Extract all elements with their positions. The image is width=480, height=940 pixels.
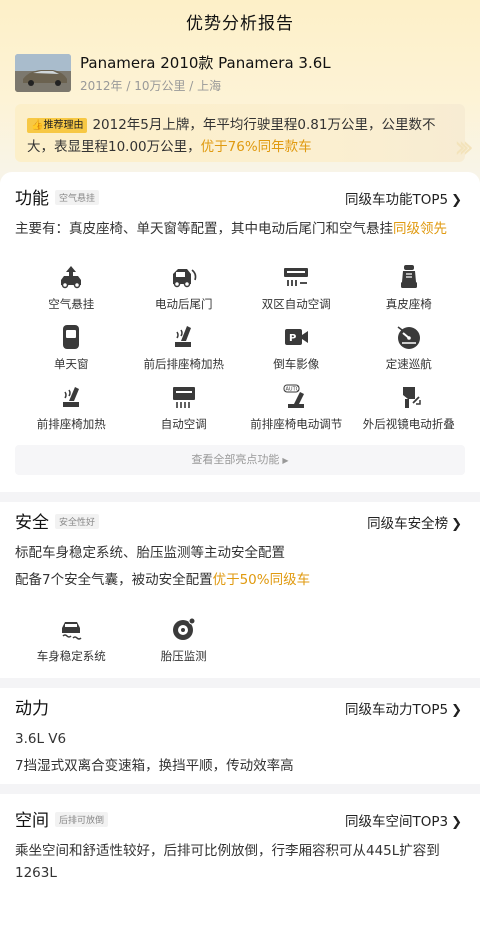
- feature-label: 真皮座椅: [385, 297, 432, 311]
- feature-item-air-suspension[interactable]: 空气悬挂: [15, 256, 128, 316]
- feature-item-rear-camera[interactable]: P 倒车影像: [240, 316, 353, 376]
- space-top3-link[interactable]: 同级车空间TOP3 ❯: [345, 810, 462, 830]
- section-divider: [0, 492, 480, 502]
- mirror-fold-icon: [353, 384, 466, 414]
- stability-control-icon: [15, 616, 128, 646]
- page-title: 优势分析报告: [186, 14, 294, 34]
- chevron-right-icon: ❯: [451, 815, 462, 830]
- view-all-label: 查看全部亮点功能: [191, 453, 280, 466]
- feature-item-power-tailgate[interactable]: 电动后尾门: [128, 256, 241, 316]
- feature-item-power-seat-adjust[interactable]: AUTO 前排座椅电动调节: [240, 376, 353, 436]
- features-link-label: 同级车功能TOP5: [344, 192, 449, 208]
- safety-rank-link[interactable]: 同级车安全榜 ❯: [367, 512, 462, 532]
- reason-badge-label: 推荐理由: [43, 120, 84, 131]
- feature-label: 单天窗: [54, 357, 89, 371]
- power-top5-link[interactable]: 同级车动力TOP5 ❯: [345, 698, 462, 718]
- features-top5-link[interactable]: 同级车功能TOP5 ❯: [345, 188, 462, 208]
- feature-label: 电动后尾门: [155, 297, 213, 311]
- feature-label: 空气悬挂: [48, 297, 95, 311]
- rear-camera-icon: P: [240, 324, 353, 354]
- feature-item-mirror-fold[interactable]: 外后视镜电动折叠: [353, 376, 466, 436]
- cruise-control-icon: [353, 324, 466, 354]
- feature-item-dual-zone-ac[interactable]: 双区自动空调: [240, 256, 353, 316]
- safety-desc-text: 配备7个安全气囊，被动安全配置: [15, 572, 213, 588]
- leather-seat-icon: [353, 264, 466, 294]
- feature-item-cruise-control[interactable]: 定速巡航: [353, 316, 466, 376]
- space-title: 空间 后排可放倒: [15, 806, 109, 831]
- front-seat-heating-icon: [15, 384, 128, 414]
- feature-label: 倒车影像: [273, 357, 320, 371]
- feature-label: 前后排座椅加热: [143, 357, 225, 371]
- safety-item-tire-pressure[interactable]: 胎压监测: [128, 608, 241, 668]
- car-name: Panamera 2010款 Panamera 3.6L: [80, 54, 331, 72]
- safety-item-stability[interactable]: 车身稳定系统: [15, 608, 128, 668]
- triangle-right-icon: ▶: [282, 456, 289, 465]
- tire-pressure-icon: [128, 616, 241, 646]
- safety-title: 安全 安全性好: [15, 508, 100, 533]
- safety-tag: 安全性好: [55, 514, 100, 529]
- car-thumbnail[interactable]: [15, 54, 71, 92]
- svg-text:AUTO: AUTO: [286, 387, 300, 393]
- safety-desc-1: 标配车身稳定系统、胎压监测等主动安全配置: [15, 545, 285, 561]
- feature-label: 自动空调: [160, 417, 207, 431]
- feature-label: 外后视镜电动折叠: [362, 417, 455, 431]
- power-seat-adjust-icon: AUTO: [240, 384, 353, 414]
- features-tag: 空气悬挂: [55, 190, 100, 205]
- safety-title-text: 安全: [15, 513, 49, 533]
- power-title: 动力: [15, 699, 49, 719]
- power-link-label: 同级车动力TOP5: [344, 702, 449, 718]
- safety-link-label: 同级车安全榜: [367, 516, 449, 532]
- safety-desc-highlight: 优于50%同级车: [212, 572, 311, 588]
- air-suspension-icon: [15, 264, 128, 294]
- decorative-arrows-icon: ›››: [454, 130, 474, 165]
- section-divider: [0, 784, 480, 794]
- feature-label: 前排座椅加热: [36, 417, 106, 431]
- recommend-reason: 👍推荐理由 2012年5月上牌，年平均行驶里程0.81万公里，公里数不大，表显里程…: [15, 104, 465, 162]
- space-tag: 后排可放倒: [55, 812, 109, 827]
- feature-label: 双区自动空调: [261, 297, 331, 311]
- space-link-label: 同级车空间TOP3: [344, 814, 449, 830]
- reason-badge: 👍推荐理由: [27, 118, 88, 133]
- car-meta: 2012年 / 10万公里 / 上海: [80, 79, 222, 93]
- sunroof-icon: [15, 324, 128, 354]
- auto-ac-icon: [128, 384, 241, 414]
- power-tailgate-icon: [128, 264, 241, 294]
- feature-item-front-seat-heating[interactable]: 前排座椅加热: [15, 376, 128, 436]
- features-title: 功能 空气悬挂: [15, 184, 100, 209]
- safety-grid: 车身稳定系统 胎压监测: [15, 608, 465, 668]
- car-photo-icon: [15, 54, 71, 92]
- feature-label: 前排座椅电动调节: [250, 417, 343, 431]
- chevron-right-icon: ❯: [451, 193, 462, 208]
- space-desc: 乘坐空间和舒适性较好，后排可比例放倒，行李厢容积可从445L扩容到1263L: [15, 843, 440, 881]
- features-desc-text: 主要有：真皮座椅、单天窗等配置，其中电动后尾门和空气悬挂: [15, 221, 393, 237]
- chevron-right-icon: ❯: [451, 703, 462, 718]
- section-divider: [0, 678, 480, 688]
- power-engine: 3.6L V6: [15, 731, 67, 747]
- space-title-text: 空间: [15, 811, 49, 831]
- chevron-right-icon: ❯: [451, 517, 462, 532]
- feature-label: 定速巡航: [385, 357, 432, 371]
- seat-heating-icon: [128, 324, 241, 354]
- safety-label: 胎压监测: [160, 649, 207, 663]
- svg-text:P: P: [289, 333, 296, 344]
- dual-zone-ac-icon: [240, 264, 353, 294]
- safety-desc-2: 配备7个安全气囊，被动安全配置优于50%同级车: [15, 569, 465, 591]
- feature-item-sunroof[interactable]: 单天窗: [15, 316, 128, 376]
- feature-item-auto-ac[interactable]: 自动空调: [128, 376, 241, 436]
- power-gearbox: 7挡湿式双离合变速箱，换挡平顺，传动效率高: [15, 758, 294, 774]
- features-desc: 主要有：真皮座椅、单天窗等配置，其中电动后尾门和空气悬挂同级领先: [15, 218, 465, 240]
- safety-label: 车身稳定系统: [36, 649, 106, 663]
- features-desc-highlight: 同级领先: [393, 221, 447, 237]
- features-grid: 空气悬挂 电动后尾门 双区自动空调 真皮座椅 单天窗 前后排座椅加热 P 倒车影…: [15, 256, 465, 436]
- feature-item-seat-heating[interactable]: 前后排座椅加热: [128, 316, 241, 376]
- view-all-features-button[interactable]: 查看全部亮点功能 ▶: [15, 445, 465, 475]
- features-title-text: 功能: [15, 189, 49, 209]
- thumbs-up-icon: 👍: [31, 120, 44, 131]
- reason-highlight: 优于76%同年款车: [200, 139, 312, 155]
- feature-item-leather-seat[interactable]: 真皮座椅: [353, 256, 466, 316]
